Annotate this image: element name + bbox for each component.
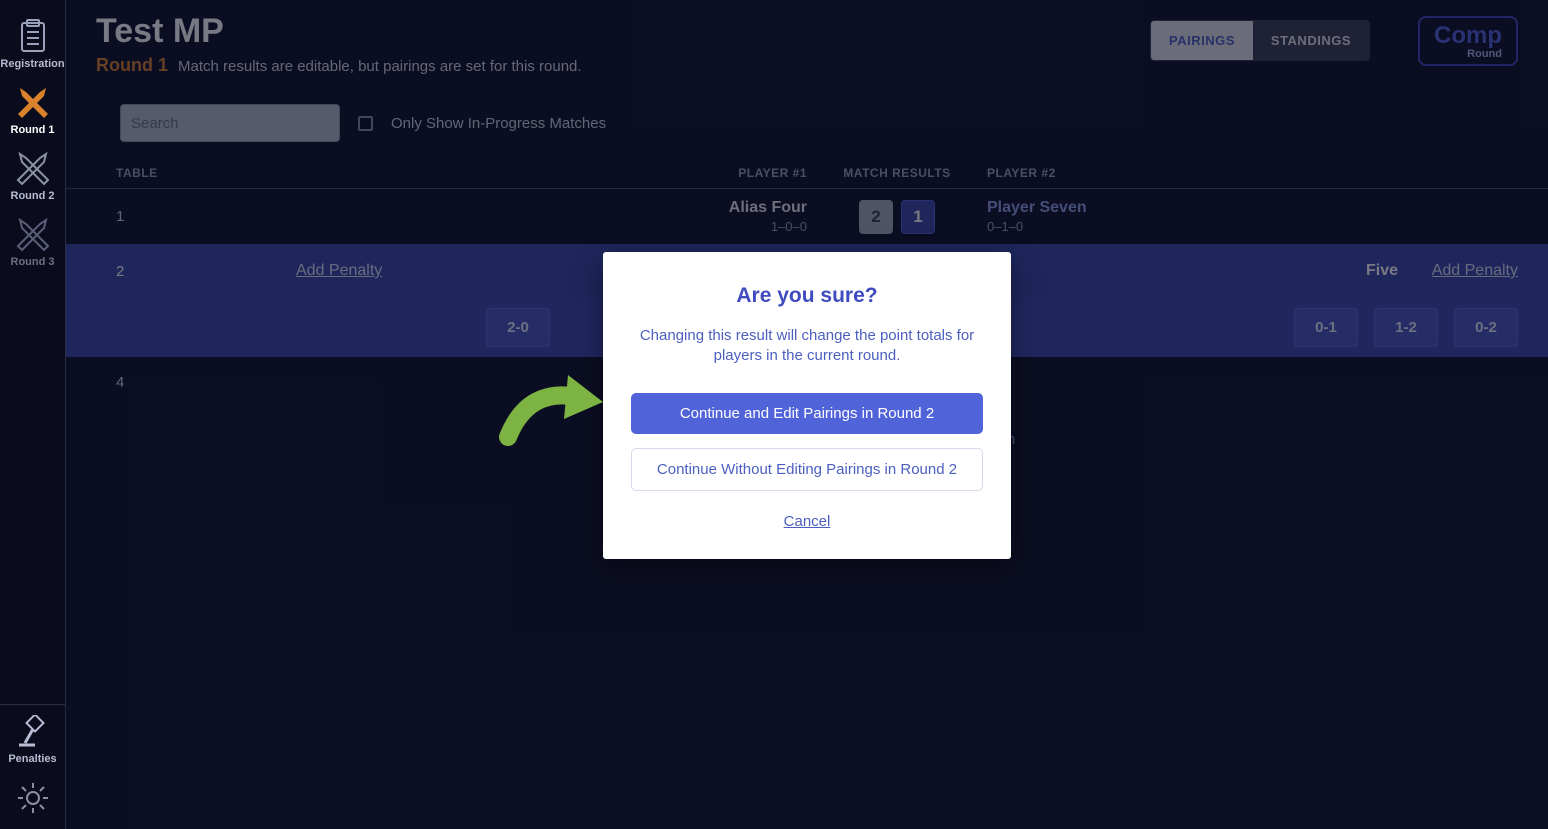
continue-edit-button[interactable]: Continue and Edit Pairings in Round 2 [631,393,983,434]
swords-icon [12,218,54,252]
confirm-modal: Are you sure? Changing this result will … [603,252,1011,559]
sidebar-label: Round 1 [11,124,55,136]
continue-no-edit-button[interactable]: Continue Without Editing Pairings in Rou… [631,448,983,491]
gear-icon [16,781,50,815]
sidebar-label: Penalties [8,753,56,765]
sidebar-item-penalties[interactable]: Penalties [0,705,65,771]
sidebar-item-round3[interactable]: Round 3 [0,208,65,274]
sidebar-item-registration[interactable]: Registration [0,8,65,76]
modal-body: Changing this result will change the poi… [631,326,983,367]
sidebar-label: Round 2 [11,190,55,202]
modal-title: Are you sure? [631,284,983,308]
gavel-icon [15,715,51,749]
sidebar-item-settings[interactable] [0,771,65,829]
sidebar-label: Registration [0,58,64,70]
sidebar-label: Round 3 [11,256,55,268]
modal-overlay: Are you sure? Changing this result will … [66,0,1548,829]
sidebar-item-round2[interactable]: Round 2 [0,142,65,208]
sidebar-item-round1[interactable]: Round 1 [0,76,65,142]
arrow-annotation [498,367,608,447]
clipboard-icon [16,18,50,54]
cancel-link[interactable]: Cancel [784,513,831,530]
sidebar: Registration Round 1 Round 2 Round 3 Pen… [0,0,66,829]
swords-icon [12,86,54,120]
swords-icon [12,152,54,186]
main: Test MP Round 1 Match results are editab… [66,0,1548,829]
